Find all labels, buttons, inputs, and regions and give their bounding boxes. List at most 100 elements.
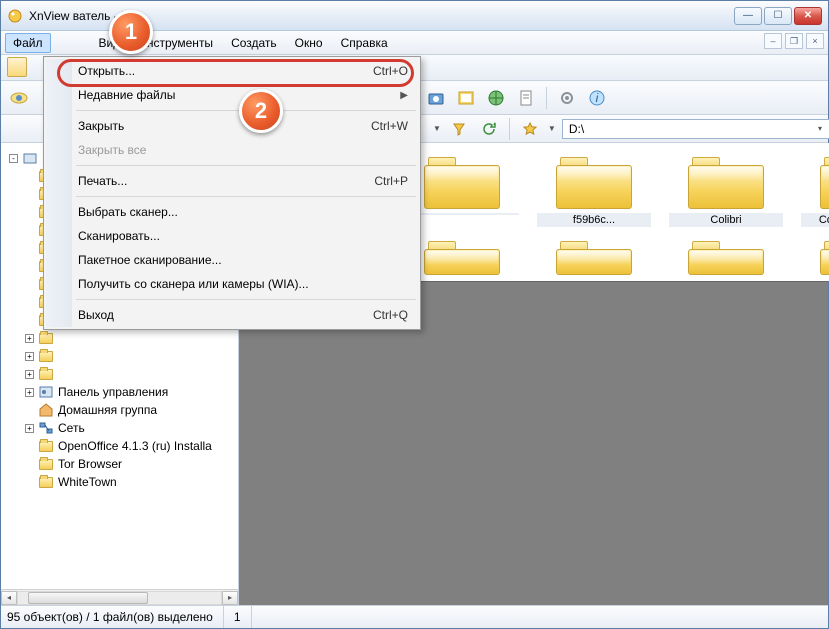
statusbar: 95 объект(ов) / 1 файл(ов) выделено 1 xyxy=(1,606,828,628)
tree-node[interactable]: +Сеть xyxy=(9,419,234,437)
status-selection-count: 1 xyxy=(234,606,252,628)
folder-thumbnail[interactable] xyxy=(405,237,519,277)
folder-icon xyxy=(38,438,54,454)
tree-twister xyxy=(25,280,34,289)
tree-node[interactable]: + Панель управления xyxy=(9,383,234,401)
menu-item-print[interactable]: Печать... Ctrl+P xyxy=(46,169,418,193)
address-dropdown-icon[interactable]: ▾ xyxy=(818,124,822,133)
menu-item-label: Недавние файлы xyxy=(78,88,175,102)
folder-icon xyxy=(554,237,634,277)
tree-node[interactable]: OpenOffice 4.1.3 (ru) Installa xyxy=(9,437,234,455)
scroll-track[interactable] xyxy=(17,591,222,605)
globe-icon[interactable] xyxy=(484,86,508,110)
menu-item-exit[interactable]: Выход Ctrl+Q xyxy=(46,303,418,327)
menu-item-select-scanner[interactable]: Выбрать сканер... xyxy=(46,200,418,224)
scroll-thumb[interactable] xyxy=(28,592,148,604)
folder-icon xyxy=(422,153,502,211)
tree-node-label: WhiteTown xyxy=(58,475,117,489)
menu-item-close[interactable]: Закрыть Ctrl+W xyxy=(46,114,418,138)
menu-item-batch-scan[interactable]: Пакетное сканирование... xyxy=(46,248,418,272)
scroll-left-button[interactable]: ◂ xyxy=(1,591,17,605)
document-icon[interactable] xyxy=(514,86,538,110)
menu-help[interactable]: Справка xyxy=(333,33,396,53)
tree-twister[interactable]: + xyxy=(25,424,34,433)
menu-item-label: Сканировать... xyxy=(78,229,160,243)
tree-node[interactable]: Tor Browser xyxy=(9,455,234,473)
folder-icon xyxy=(686,153,766,211)
close-button[interactable]: ✕ xyxy=(794,7,822,25)
mdi-restore[interactable]: ❐ xyxy=(785,33,803,49)
menu-create[interactable]: Создать xyxy=(223,33,285,53)
tree-twister[interactable]: + xyxy=(25,388,34,397)
menu-item-recent[interactable]: Недавние файлы ▶ xyxy=(46,83,418,107)
tree-horizontal-scrollbar[interactable]: ◂ ▸ xyxy=(1,589,238,605)
menu-item-label: Закрыть xyxy=(78,119,124,133)
menu-hidden[interactable] xyxy=(53,40,89,46)
tree-twister xyxy=(25,316,34,325)
tabstrip-icon[interactable] xyxy=(7,57,27,77)
folder-icon xyxy=(38,456,54,472)
folder-thumbnail[interactable] xyxy=(801,237,829,277)
toolbar-separator xyxy=(546,87,547,109)
menu-item-open[interactable]: Открыть... Ctrl+O xyxy=(46,59,418,83)
gear-icon[interactable] xyxy=(555,86,579,110)
tree-twister xyxy=(25,262,34,271)
mdi-minimize[interactable]: – xyxy=(764,33,782,49)
address-bar[interactable]: D:\ xyxy=(562,119,829,139)
folder-icon xyxy=(38,330,54,346)
menu-item-label: Выход xyxy=(78,308,114,322)
toolbar-eye-icon[interactable] xyxy=(7,86,31,110)
capture-icon[interactable] xyxy=(454,86,478,110)
favorite-icon[interactable] xyxy=(518,117,542,141)
home-icon xyxy=(38,402,54,418)
folder-thumbnail[interactable]: Colibri xyxy=(669,153,783,227)
mdi-close[interactable]: × xyxy=(806,33,824,49)
tree-twister[interactable]: + xyxy=(25,334,34,343)
folder-thumbnail[interactable] xyxy=(405,153,519,227)
folder-thumbnail[interactable]: f59b6c... xyxy=(537,153,651,227)
maximize-button[interactable]: ☐ xyxy=(764,7,792,25)
menu-item-label: Выбрать сканер... xyxy=(78,205,178,219)
scroll-right-button[interactable]: ▸ xyxy=(222,591,238,605)
camera-icon[interactable] xyxy=(424,86,448,110)
menu-item-scan[interactable]: Сканировать... xyxy=(46,224,418,248)
menu-shortcut: Ctrl+W xyxy=(371,119,408,133)
tree-node-label: Панель управления xyxy=(58,385,168,399)
filter-icon[interactable] xyxy=(447,117,471,141)
refresh-icon[interactable] xyxy=(477,117,501,141)
status-info: 95 объект(ов) / 1 файл(ов) выделено xyxy=(7,606,224,628)
submenu-arrow-icon: ▶ xyxy=(400,90,408,101)
thumbnail-label: Colibri xyxy=(669,213,783,227)
tree-node[interactable]: Домашняя группа xyxy=(9,401,234,419)
menu-shortcut: Ctrl+Q xyxy=(373,308,408,322)
tree-node-label: OpenOffice 4.1.3 (ru) Installa xyxy=(58,439,212,453)
menu-item-wia[interactable]: Получить со сканера или камеры (WIA)... xyxy=(46,272,418,296)
menu-window[interactable]: Окно xyxy=(287,33,331,53)
info-icon[interactable]: i xyxy=(585,86,609,110)
folder-icon xyxy=(38,474,54,490)
tree-twister[interactable]: - xyxy=(9,154,18,163)
folder-icon xyxy=(554,153,634,211)
folder-thumbnail[interactable]: ConvertXtoDVD xyxy=(801,153,829,227)
address-text: D:\ xyxy=(569,122,584,136)
nav-dropdown-icon[interactable]: ▼ xyxy=(433,124,441,133)
folder-thumbnail[interactable] xyxy=(537,237,651,277)
tree-node[interactable]: + xyxy=(9,347,234,365)
tree-node[interactable]: + xyxy=(9,365,234,383)
folder-thumbnail[interactable] xyxy=(669,237,783,277)
tree-node-label: Tor Browser xyxy=(58,457,122,471)
menu-shortcut: Ctrl+O xyxy=(373,64,408,78)
tree-node[interactable]: + xyxy=(9,329,234,347)
tree-twister[interactable]: + xyxy=(25,352,34,361)
tree-twister xyxy=(25,298,34,307)
folder-icon xyxy=(818,237,829,277)
tree-twister xyxy=(25,442,34,451)
menu-file[interactable]: Файл xyxy=(5,33,51,53)
tree-twister xyxy=(25,244,34,253)
menu-item-close-all: Закрыть все xyxy=(46,138,418,162)
fav-dropdown-icon[interactable]: ▼ xyxy=(548,124,556,133)
tree-node[interactable]: WhiteTown xyxy=(9,473,234,491)
menu-item-label: Закрыть все xyxy=(78,143,146,157)
minimize-button[interactable]: — xyxy=(734,7,762,25)
tree-twister[interactable]: + xyxy=(25,370,34,379)
